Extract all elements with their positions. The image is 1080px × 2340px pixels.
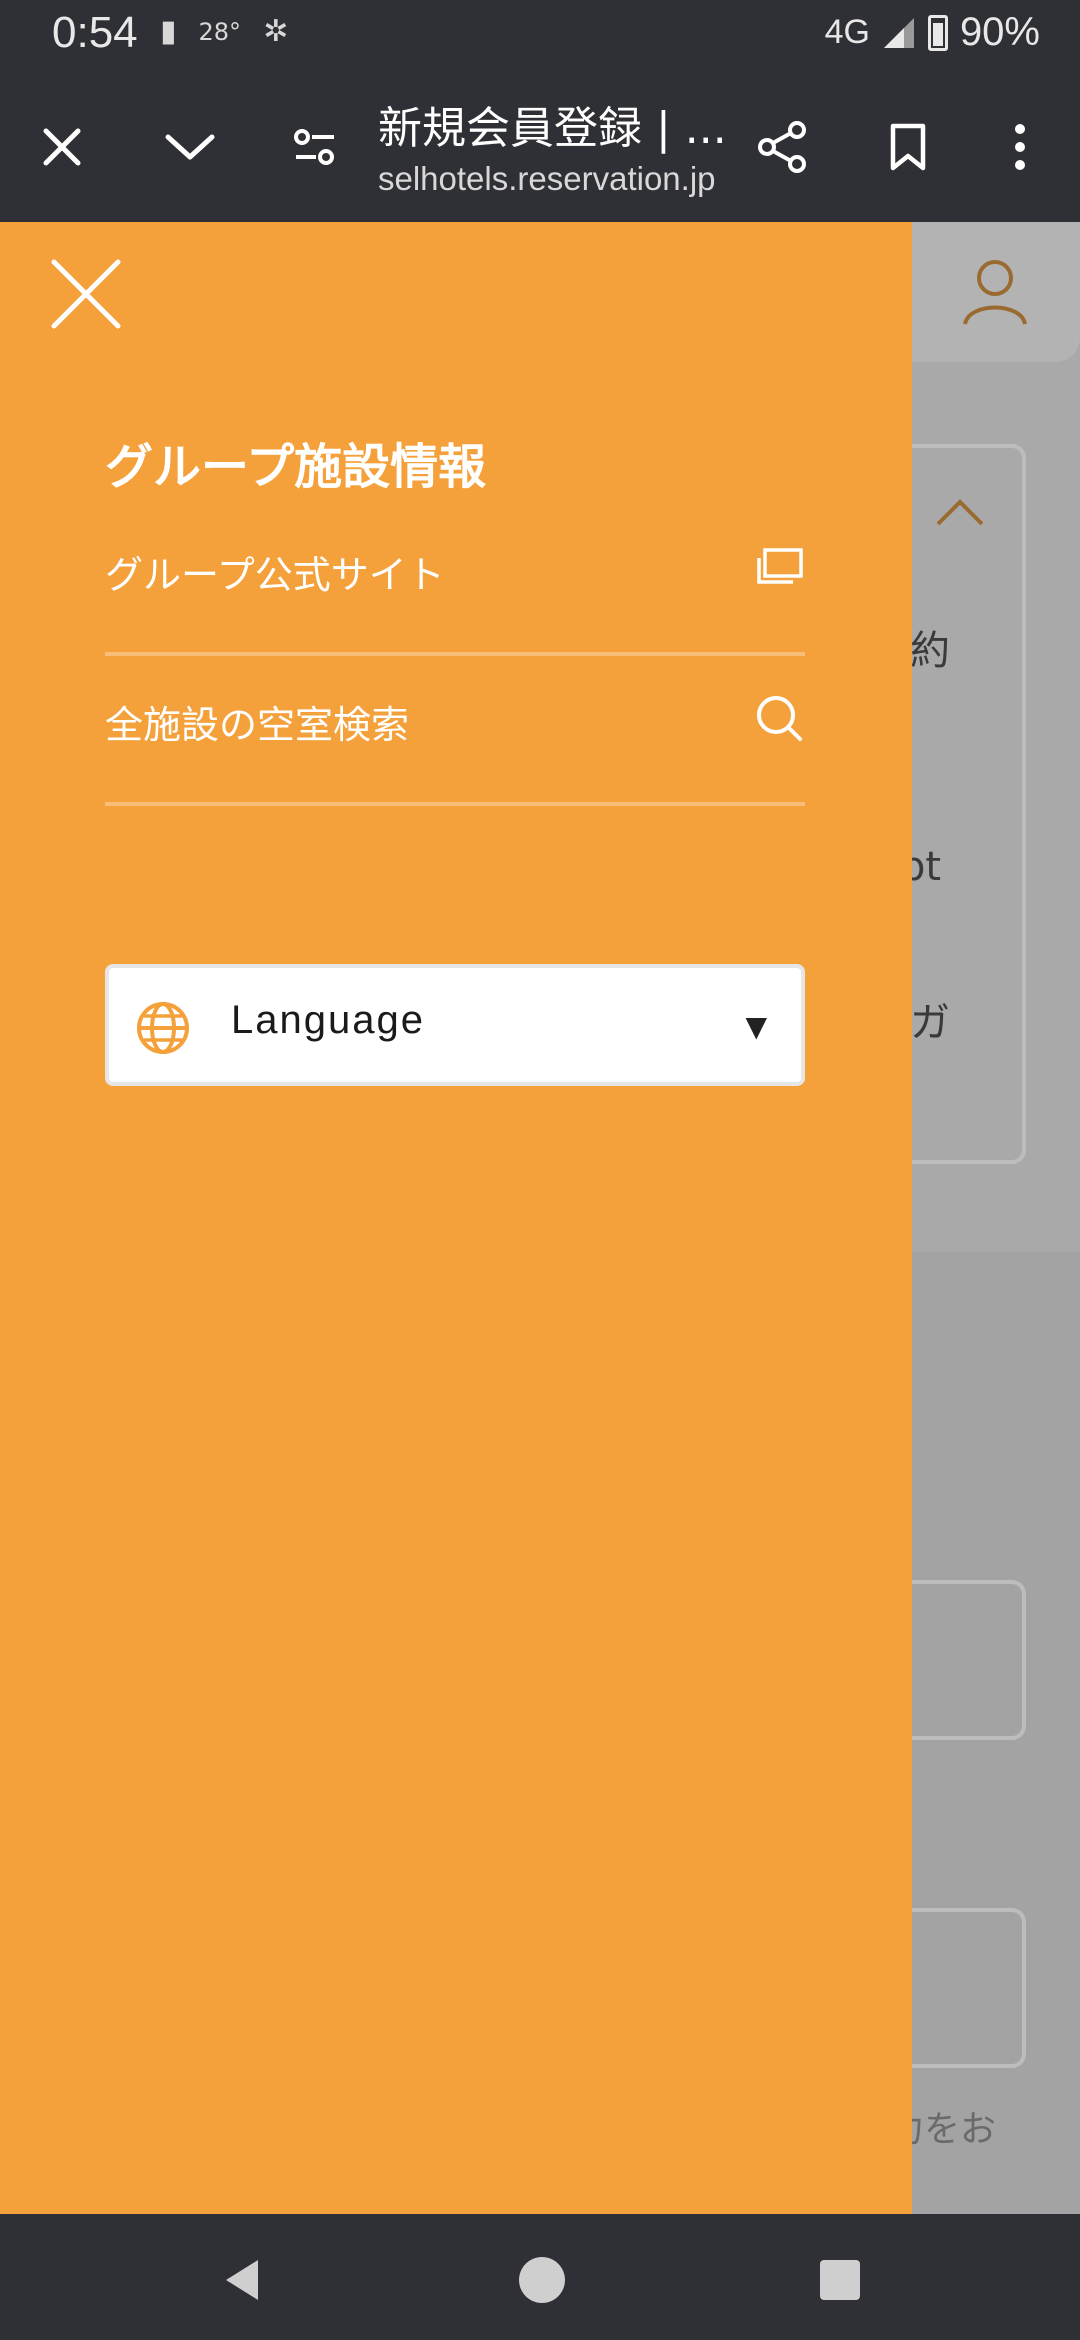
menu-item-label: 全施設の空室検索 [105,703,410,747]
chevron-up-icon [936,499,984,526]
page-url[interactable]: selhotels.reservation.jp [378,160,723,198]
more-vert-icon [1015,124,1025,170]
app-notification-icon: ✲ [263,14,289,49]
search-icon [757,696,802,741]
more-options-button[interactable] [980,107,1060,187]
bg-text-snippet: 約 [910,628,950,674]
status-bar: 0:54 ▮ 28° ✲ 4G 90% [0,0,1080,72]
bookmark-icon [890,123,926,171]
chevron-down-icon [165,134,215,160]
recents-button[interactable] [812,2252,868,2308]
clock: 0:54 [52,8,138,57]
menu-item-official-site[interactable]: グループ公式サイト [105,506,805,656]
share-icon [758,121,806,173]
site-settings-button[interactable] [275,107,355,187]
weather-temp: 28° [198,17,242,46]
back-button[interactable] [216,2252,272,2308]
language-select[interactable]: Language ▼ [105,964,805,1086]
share-button[interactable] [742,107,822,187]
section-title: グループ施設情報 [105,439,487,495]
dropdown-caret-icon: ▼ [745,1010,767,1043]
system-nav-bar [0,2214,1080,2340]
close-tab-button[interactable] [22,107,102,187]
side-drawer: グループ施設情報 グループ公式サイト 全施設の空室検索 Language ▼ [0,222,912,2214]
menu-item-vacancy-search[interactable]: 全施設の空室検索 [105,656,805,806]
battery-level: 90% [959,10,1040,54]
close-drawer-button[interactable] [48,256,124,332]
network-type: 4G [824,13,870,51]
battery-saver-icon: ▮ [160,14,177,49]
close-icon [43,128,81,166]
browser-toolbar: 新規会員登録 | ... selhotels.reservation.jp [0,72,1080,222]
bookmark-button[interactable] [868,107,948,187]
external-window-icon [757,548,803,584]
home-button[interactable] [514,2252,570,2308]
signal-icon [883,17,914,48]
menu-item-label: グループ公式サイト [105,553,445,597]
user-icon [963,260,1027,325]
battery-icon [927,14,948,51]
globe-icon [137,1002,189,1054]
language-label: Language [231,998,425,1042]
bg-text-snippet: ガ [910,1000,950,1046]
tune-icon [294,129,334,165]
page-title: 新規会員登録 | ... [378,103,727,154]
minimize-button[interactable] [150,107,230,187]
